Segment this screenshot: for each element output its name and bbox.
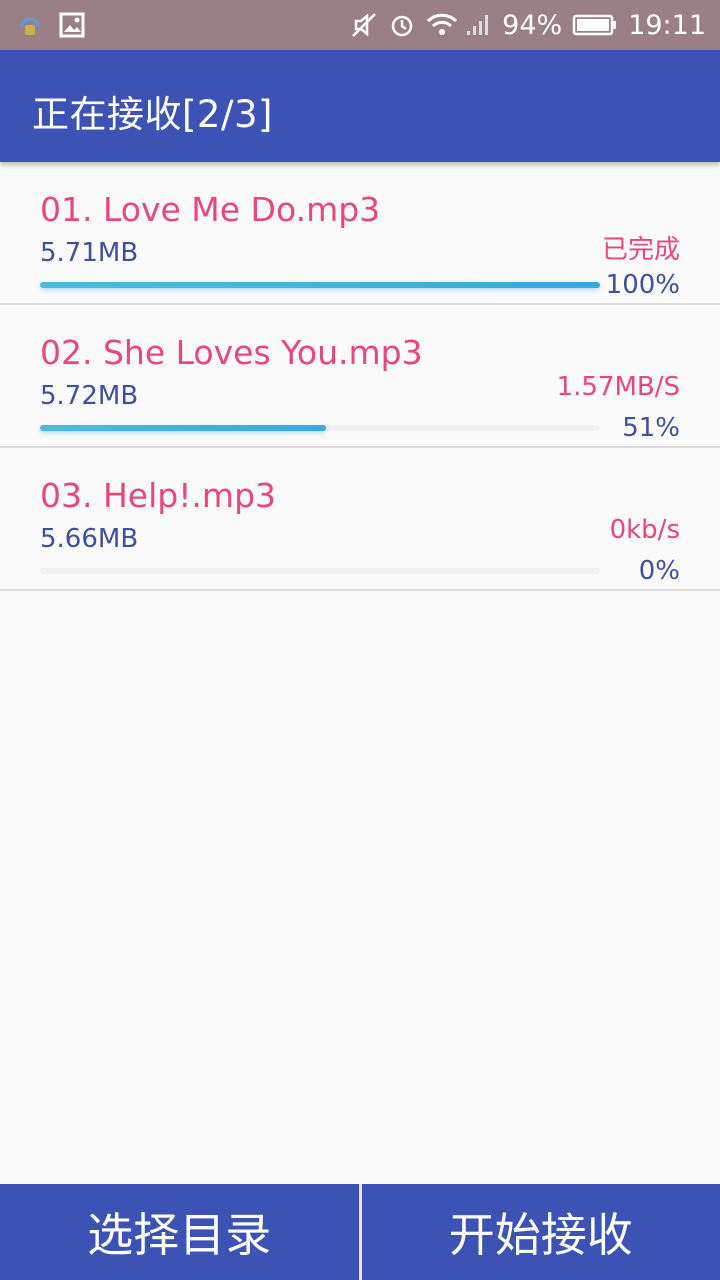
battery-icon [572, 11, 618, 39]
image-icon [58, 11, 86, 39]
file-percent: 51% [622, 413, 680, 443]
file-percent: 100% [605, 270, 680, 300]
bluetooth-lock-icon [16, 11, 44, 39]
file-name: 01. Love Me Do.mp3 [40, 190, 381, 229]
start-receive-button[interactable]: 开始接收 [361, 1184, 720, 1280]
list-item[interactable]: 01. Love Me Do.mp3 5.71MB 已完成 100% [0, 162, 720, 305]
file-name: 03. Help!.mp3 [40, 476, 277, 515]
file-status: 1.57MB/S [556, 372, 680, 402]
progress-bar [40, 282, 600, 288]
status-time: 19:11 [628, 9, 706, 41]
choose-directory-button[interactable]: 选择目录 [0, 1184, 359, 1280]
file-status: 已完成 [601, 235, 680, 265]
progress-fill [40, 282, 600, 288]
file-status: 0kb/s [609, 515, 680, 545]
list-item[interactable]: 03. Help!.mp3 5.66MB 0kb/s 0% [0, 448, 720, 591]
app-bar: 正在接收[2/3] [0, 50, 720, 162]
file-size: 5.72MB [40, 381, 139, 411]
file-name: 02. She Loves You.mp3 [40, 333, 423, 372]
signal-icon [464, 11, 492, 39]
file-percent: 0% [638, 556, 680, 586]
progress-bar [40, 568, 600, 574]
progress-fill [40, 425, 326, 431]
bottom-bar: 选择目录 开始接收 [0, 1184, 720, 1280]
list-item[interactable]: 02. She Loves You.mp3 5.72MB 1.57MB/S 51… [0, 305, 720, 448]
file-size: 5.66MB [40, 524, 139, 554]
mute-icon [350, 11, 378, 39]
page-title: 正在接收[2/3] [32, 93, 273, 136]
file-size: 5.71MB [40, 238, 139, 268]
status-bar: 94% 19:11 [0, 0, 720, 50]
alarm-icon [388, 11, 416, 39]
file-list: 01. Love Me Do.mp3 5.71MB 已完成 100% 02. S… [0, 162, 720, 591]
wifi-icon [426, 11, 458, 39]
progress-bar [40, 425, 600, 431]
battery-percent: 94% [502, 9, 563, 41]
